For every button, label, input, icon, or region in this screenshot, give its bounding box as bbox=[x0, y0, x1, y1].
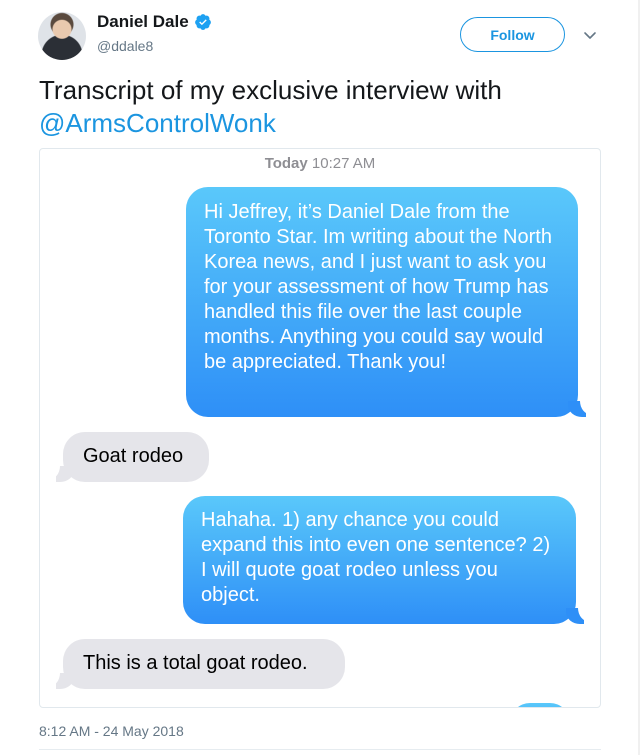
message-bubble-incoming: This is a total goat rodeo. bbox=[63, 639, 345, 689]
conversation-timestamp: Today 10:27 AM bbox=[40, 155, 600, 172]
message-text: This is a total goat rodeo. bbox=[83, 652, 308, 674]
message-text: Hahaha. 1) any chance you could expand t… bbox=[201, 509, 551, 606]
message-bubble-outgoing: Hi Jeffrey, it’s Daniel Dale from the To… bbox=[186, 187, 578, 417]
message-bubble-outgoing-partial bbox=[510, 703, 570, 707]
message-bubble-incoming: Goat rodeo bbox=[63, 432, 209, 482]
message-bubble-outgoing: Hahaha. 1) any chance you could expand t… bbox=[183, 496, 576, 624]
follow-button[interactable]: Follow bbox=[460, 17, 565, 52]
tweet-media-screenshot[interactable]: Today 10:27 AM Hi Jeffrey, it’s Daniel D… bbox=[39, 148, 601, 708]
mention-link[interactable]: @ArmsControlWonk bbox=[39, 107, 599, 140]
message-text: Hi Jeffrey, it’s Daniel Dale from the To… bbox=[204, 201, 552, 373]
author-name-row[interactable]: Daniel Dale bbox=[97, 12, 212, 32]
divider bbox=[39, 749, 601, 750]
tweet-header: Daniel Dale @ddale8 Follow bbox=[0, 0, 640, 72]
tweet-timestamp[interactable]: 8:12 AM - 24 May 2018 bbox=[39, 723, 184, 739]
avatar[interactable] bbox=[38, 12, 86, 60]
verified-badge-icon bbox=[194, 14, 211, 30]
author-handle[interactable]: @ddale8 bbox=[97, 38, 153, 54]
message-text: Goat rodeo bbox=[83, 445, 184, 467]
tweet-text-body: Transcript of my exclusive interview wit… bbox=[39, 75, 502, 105]
chevron-down-icon[interactable] bbox=[582, 27, 598, 43]
timestamp-day: Today bbox=[264, 155, 308, 172]
author-name[interactable]: Daniel Dale bbox=[97, 12, 189, 32]
timestamp-time: 10:27 AM bbox=[311, 155, 376, 172]
tweet-text: Transcript of my exclusive interview wit… bbox=[39, 74, 599, 140]
